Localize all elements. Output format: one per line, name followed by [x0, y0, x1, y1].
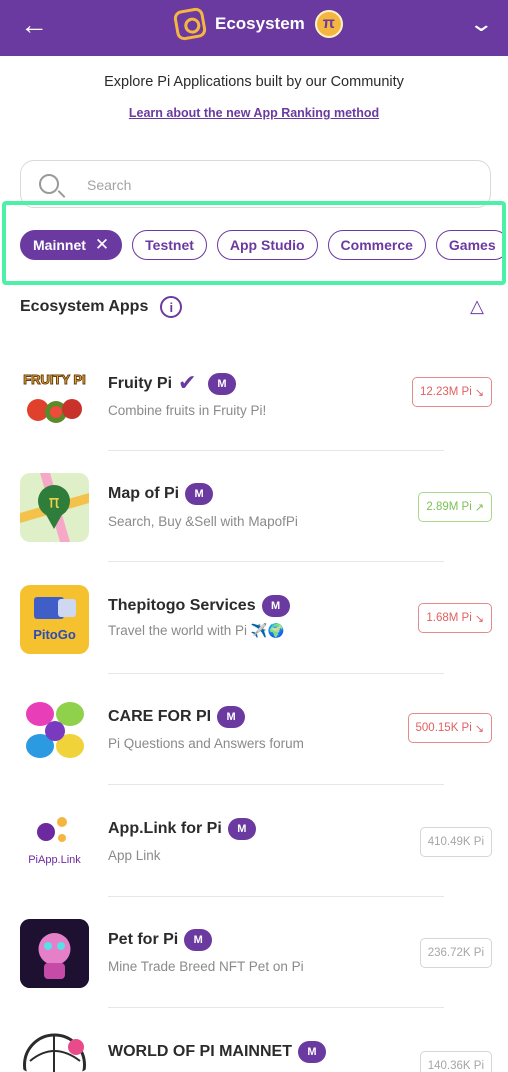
search-input[interactable]	[87, 173, 467, 197]
pi-value-pill: 12.23M Pi ↘	[412, 377, 492, 407]
app-row-fruity-pi[interactable]: FRUITY PI Fruity Pi ✔ M Combine fruits i…	[0, 362, 508, 474]
pitogo-app-icon: PitoGo	[20, 585, 89, 654]
app-row-world-of-pi[interactable]: WORLD OF PI MAINNET M 140.36K Pi	[0, 1031, 508, 1072]
pi-value-pill: 410.49K Pi	[419, 827, 492, 857]
pi-value-pill: 1.68M Pi ↘	[418, 603, 492, 633]
ranking-method-link[interactable]: Learn about the new App Ranking method	[0, 106, 508, 120]
app-name-row: WORLD OF PI MAINNET M	[108, 1041, 326, 1063]
world-of-pi-app-icon	[20, 1031, 89, 1072]
pi-value-pill: 236.72K Pi	[419, 938, 492, 968]
pi-value: 236.72K Pi	[427, 947, 484, 959]
filter-chip-label: Games	[448, 237, 496, 253]
top-bar: ← Ecosystem π ⌄	[0, 0, 508, 56]
trend-down-icon: ↘	[474, 612, 484, 625]
app-description: App Link	[108, 848, 161, 863]
pitogo-logo-text: PitoGo	[33, 627, 76, 642]
pi-value: 140.36K Pi	[427, 1060, 484, 1072]
mainnet-badge: M	[217, 706, 246, 728]
svg-text:π: π	[49, 492, 60, 513]
app-name: App.Link for Pi	[108, 820, 222, 837]
app-name: WORLD OF PI MAINNET	[108, 1043, 292, 1060]
pi-value: 1.68M Pi	[426, 612, 472, 624]
app-name: CARE FOR PI	[108, 708, 212, 725]
filter-chip-label: App Studio	[229, 237, 305, 253]
row-divider	[108, 1007, 444, 1008]
trend-up-icon: ↗	[474, 501, 484, 514]
app-link-app-icon: PiApp.Link	[20, 808, 89, 877]
filter-chip-commerce[interactable]: Commerce	[327, 230, 426, 260]
app-row-care-for-pi[interactable]: CARE FOR PI M Pi Questions and Answers f…	[0, 696, 508, 808]
verified-badge-icon: ✔	[178, 370, 197, 395]
trend-down-icon: ↘	[474, 722, 484, 735]
map-of-pi-app-icon: π	[20, 473, 89, 542]
filter-chips-highlight: Mainnet ✕ Testnet App Studio Commerce Ga…	[2, 201, 506, 285]
app-name-row: Fruity Pi ✔ M	[108, 370, 237, 396]
pi-value: 2.89M Pi	[426, 501, 472, 513]
mainnet-badge: M	[261, 595, 290, 617]
care-for-pi-app-icon	[20, 696, 89, 765]
back-arrow-icon[interactable]: ←	[20, 11, 48, 40]
app-name: Pet for Pi	[108, 931, 179, 948]
filter-chip-testnet[interactable]: Testnet	[132, 230, 207, 260]
row-divider	[108, 896, 444, 897]
filter-chips: Mainnet ✕ Testnet App Studio Commerce Ga…	[20, 230, 502, 260]
app-name: Map of Pi	[108, 485, 180, 502]
app-name-row: Map of Pi M	[108, 483, 214, 505]
app-description: Travel the world with Pi ✈️🌍	[108, 623, 285, 638]
app-name: Thepitogo Services	[108, 597, 256, 614]
filter-chip-app-studio[interactable]: App Studio	[216, 230, 318, 260]
mainnet-badge: M	[185, 483, 214, 505]
ecosystem-logo-icon	[172, 6, 208, 42]
app-description: Mine Trade Breed NFT Pet on Pi	[108, 959, 304, 974]
filter-chip-label: Mainnet	[33, 237, 86, 253]
title-group: Ecosystem π	[172, 6, 343, 42]
applink-logo-text: PiApp.Link	[28, 854, 81, 866]
row-divider	[108, 450, 444, 451]
search-icon	[39, 174, 59, 194]
app-name-row: Pet for Pi M	[108, 929, 213, 951]
app-row-app-link[interactable]: PiApp.Link App.Link for Pi M App Link 41…	[0, 808, 508, 920]
app-name-row: Thepitogo Services M	[108, 595, 290, 617]
pi-value: 500.15K Pi	[415, 722, 472, 734]
filter-chip-mainnet[interactable]: Mainnet ✕	[20, 230, 123, 260]
pi-value: 410.49K Pi	[427, 836, 484, 848]
app-row-thepitogo[interactable]: PitoGo Thepitogo Services M Travel the w…	[0, 585, 508, 697]
app-row-map-of-pi[interactable]: π Map of Pi M Search, Buy &Sell with Map…	[0, 473, 508, 585]
filter-chip-games[interactable]: Games	[435, 230, 502, 260]
pi-value-pill: 2.89M Pi ↗	[418, 492, 492, 522]
sort-triangle-icon[interactable]: △	[470, 296, 484, 317]
row-divider	[108, 561, 444, 562]
trend-down-icon: ↘	[474, 386, 484, 399]
app-description: Search, Buy &Sell with MapofPi	[108, 514, 298, 529]
page-title: Ecosystem	[215, 14, 305, 33]
filter-chip-label: Commerce	[340, 237, 413, 253]
app-description: Combine fruits in Fruity Pi!	[108, 403, 267, 418]
close-icon[interactable]: ✕	[95, 235, 109, 255]
row-divider	[108, 673, 444, 674]
pi-value-pill: 500.15K Pi ↘	[407, 713, 492, 743]
app-name-row: CARE FOR PI M	[108, 706, 246, 728]
row-divider	[108, 784, 444, 785]
app-name: Fruity Pi	[108, 375, 173, 392]
fruity-logo-text: FRUITY PI	[23, 372, 86, 387]
mainnet-badge: M	[297, 1041, 326, 1063]
fruity-pi-app-icon: FRUITY PI	[20, 362, 89, 431]
pi-value: 12.23M Pi	[420, 386, 472, 398]
section-header: Ecosystem Apps i △	[20, 294, 490, 320]
pi-coin-icon: π	[314, 10, 343, 38]
intro-subtitle: Explore Pi Applications built by our Com…	[104, 74, 404, 90]
mainnet-badge: M	[227, 818, 256, 840]
info-icon[interactable]: i	[160, 296, 183, 318]
mainnet-badge: M	[208, 373, 237, 395]
filter-chip-label: Testnet	[145, 237, 194, 253]
section-title: Ecosystem Apps	[20, 298, 149, 315]
mainnet-badge: M	[184, 929, 213, 951]
app-row-pet-for-pi[interactable]: Pet for Pi M Mine Trade Breed NFT Pet on…	[0, 919, 508, 1031]
app-name-row: App.Link for Pi M	[108, 818, 256, 840]
app-description: Pi Questions and Answers forum	[108, 736, 304, 751]
pet-for-pi-app-icon	[20, 919, 89, 988]
chevron-down-icon[interactable]: ⌄	[468, 11, 494, 37]
pi-value-pill: 140.36K Pi	[419, 1051, 492, 1072]
